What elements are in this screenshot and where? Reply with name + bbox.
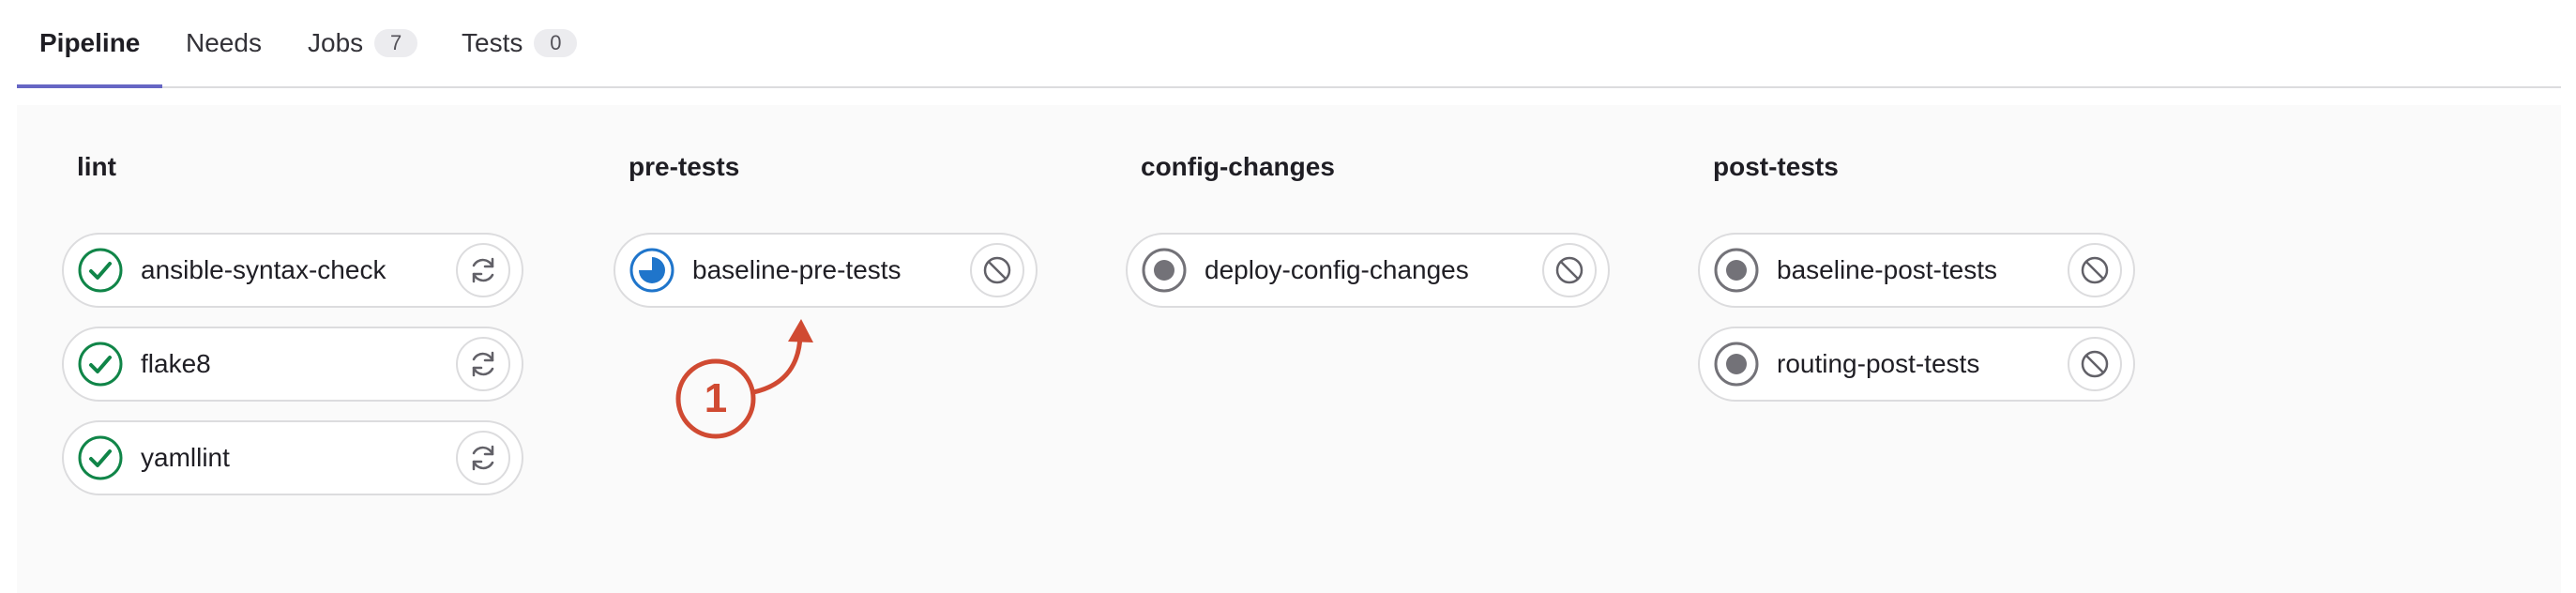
retry-button[interactable] <box>456 243 510 297</box>
tab-needs[interactable]: Needs <box>186 0 262 86</box>
job-name: ansible-syntax-check <box>141 255 386 284</box>
job-name: routing-post-tests <box>1777 349 1980 378</box>
cancel-icon <box>983 256 1011 284</box>
cancel-icon <box>1555 256 1583 284</box>
status-success-icon <box>78 248 123 293</box>
stage-title: pre-tests <box>629 152 740 181</box>
tab-pipeline[interactable]: Pipeline <box>17 0 163 88</box>
retry-button[interactable] <box>456 431 510 485</box>
job-name: flake8 <box>141 349 211 378</box>
tab-tests[interactable]: Tests 0 <box>462 0 578 86</box>
retry-icon <box>472 351 494 377</box>
retry-icon <box>472 445 494 471</box>
status-running-icon <box>629 248 674 293</box>
annotation-number: 1 <box>704 375 728 421</box>
job-deploy-config-changes[interactable]: deploy-config-changes <box>1126 233 1610 308</box>
job-routing-post-tests[interactable]: routing-post-tests <box>1698 327 2135 402</box>
job-name: yamllint <box>141 443 230 472</box>
tab-pipeline-label: Pipeline <box>39 28 141 57</box>
job-baseline-pre-tests[interactable]: baseline-pre-tests <box>614 233 1038 308</box>
tab-jobs[interactable]: Jobs 7 <box>308 0 418 86</box>
stage-title: lint <box>77 152 116 181</box>
cancel-button[interactable] <box>1542 243 1597 297</box>
jobs-count-badge: 7 <box>374 29 418 57</box>
job-flake8[interactable]: flake8 <box>62 327 523 402</box>
job-baseline-post-tests[interactable]: baseline-post-tests <box>1698 233 2135 308</box>
cancel-button[interactable] <box>970 243 1024 297</box>
pipeline-graph: lint ansible-syntax-check flake8 yamllin… <box>17 105 2561 593</box>
status-created-icon <box>1714 248 1759 293</box>
pipeline-tabs: Pipeline Needs Jobs 7 Tests 0 <box>17 0 2561 88</box>
tab-needs-label: Needs <box>186 28 262 57</box>
status-created-icon <box>1714 342 1759 387</box>
tab-tests-label: Tests <box>462 28 523 57</box>
job-name: baseline-post-tests <box>1777 255 1998 284</box>
cancel-button[interactable] <box>2068 243 2122 297</box>
job-ansible-syntax-check[interactable]: ansible-syntax-check <box>62 233 523 308</box>
tab-jobs-label: Jobs <box>308 28 364 57</box>
stage-title: config-changes <box>1141 152 1335 181</box>
job-name: deploy-config-changes <box>1205 255 1469 284</box>
status-success-icon <box>78 342 123 387</box>
tests-count-badge: 0 <box>534 29 578 57</box>
job-name: baseline-pre-tests <box>692 255 902 284</box>
retry-icon <box>472 257 494 283</box>
status-created-icon <box>1142 248 1187 293</box>
retry-button[interactable] <box>456 337 510 391</box>
job-yamllint[interactable]: yamllint <box>62 420 523 495</box>
status-success-icon <box>78 435 123 480</box>
stage-title: post-tests <box>1713 152 1839 181</box>
cancel-button[interactable] <box>2068 337 2122 391</box>
cancel-icon <box>2081 256 2109 284</box>
cancel-icon <box>2081 350 2109 378</box>
